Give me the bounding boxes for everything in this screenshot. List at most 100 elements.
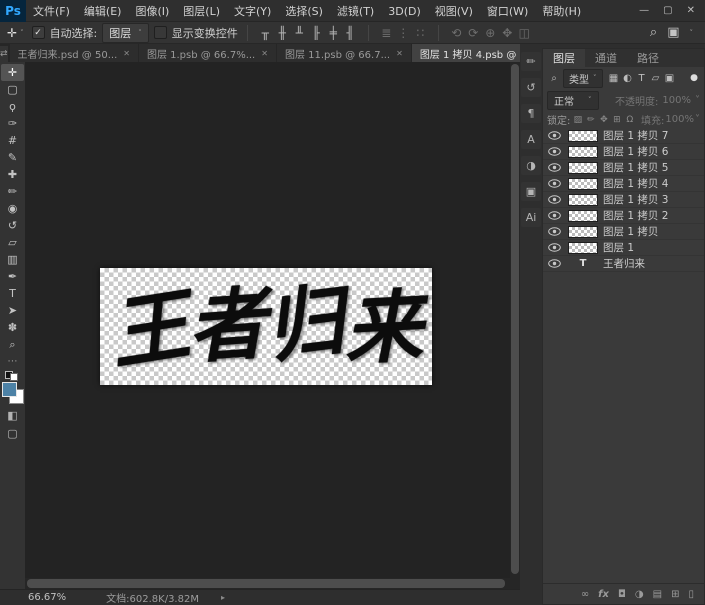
icon-3d-slide[interactable]: ✥ [499, 24, 516, 42]
layer-row[interactable]: 图层 1 拷贝 [543, 224, 704, 240]
tab-close-icon[interactable]: ✕ [261, 49, 268, 58]
fill-value[interactable]: 100% [665, 114, 694, 125]
icon-distribute-vertical[interactable]: ≣ [378, 24, 395, 42]
tool-clone-stamp[interactable]: ◉ [1, 200, 24, 217]
visibility-eye-icon[interactable] [545, 131, 563, 140]
document-tab[interactable]: 图层 1.psb @ 66.7%... ✕ [139, 44, 276, 62]
layer-thumbnail[interactable] [568, 194, 598, 206]
icon-distribute-horizontal[interactable]: ⋮ [395, 24, 412, 42]
tab-close-icon[interactable]: ✕ [396, 49, 403, 58]
icon-filter-smart-objects[interactable]: ▣ [663, 70, 677, 86]
edit-toolbar-icon[interactable]: ⋯ [8, 356, 18, 367]
icon-3d-drag[interactable]: ⊕ [482, 24, 499, 42]
opacity-value[interactable]: 100% [662, 95, 691, 106]
filter-type-dropdown[interactable]: 类型 ˅ [563, 69, 603, 88]
layer-name[interactable]: 图层 1 拷贝 6 [603, 144, 668, 159]
default-colors-icon[interactable] [5, 371, 21, 379]
icon-new-adjustment-layer[interactable]: ◑ [635, 589, 644, 600]
icon-align-top[interactable]: ╥ [257, 24, 274, 42]
icon-lock-image-pixels[interactable]: ✏ [584, 113, 597, 127]
icon-lock-all[interactable]: Ω [623, 113, 636, 127]
tool-brush[interactable]: ✏ [1, 183, 24, 200]
icon-add-layer-mask[interactable]: ◘ [618, 589, 626, 600]
visibility-eye-icon[interactable] [545, 163, 563, 172]
layer-row[interactable]: 图层 1 拷贝 3 [543, 192, 704, 208]
current-tool-icon[interactable]: ✛ ˅ [4, 26, 27, 40]
tool-rectangular-marquee[interactable]: ▢ [1, 81, 24, 98]
icon-3d-rotate[interactable]: ⟲ [448, 24, 465, 42]
layer-row[interactable]: 图层 1 拷贝 2 [543, 208, 704, 224]
layer-name[interactable]: 图层 1 [603, 240, 634, 255]
layer-row[interactable]: T 王者归来 [543, 256, 704, 272]
layer-name[interactable]: 图层 1 拷贝 3 [603, 192, 668, 207]
layer-name[interactable]: 王者归来 [603, 256, 645, 271]
layer-thumbnail[interactable] [568, 146, 598, 158]
icon-align-horizontal-center[interactable]: ╪ [325, 24, 342, 42]
screen-mode-icon[interactable]: ▢ [1, 425, 24, 441]
visibility-eye-icon[interactable] [545, 195, 563, 204]
filter-search-icon[interactable]: ⌕ [547, 70, 561, 86]
layer-row[interactable]: 图层 1 [543, 240, 704, 256]
icon-lock-artboard[interactable]: ⊞ [610, 113, 623, 127]
icon-align-left[interactable]: ╟ [308, 24, 325, 42]
panel-icon-history[interactable]: ↺ [521, 78, 541, 97]
icon-new-layer[interactable]: ⊞ [671, 589, 679, 600]
layer-thumbnail[interactable] [568, 226, 598, 238]
vertical-scrollbar-thumb[interactable] [511, 64, 519, 574]
tool-crop[interactable]: # [1, 132, 24, 149]
icon-layer-effects[interactable]: fx [598, 589, 609, 600]
icon-align-right[interactable]: ╢ [342, 24, 359, 42]
tool-history-brush[interactable]: ↺ [1, 217, 24, 234]
visibility-eye-icon[interactable] [545, 147, 563, 156]
horizontal-scrollbar-thumb[interactable] [27, 579, 505, 588]
visibility-eye-icon[interactable] [545, 227, 563, 236]
layer-name[interactable]: 图层 1 拷贝 7 [603, 128, 668, 143]
icon-filter-pixel-layers[interactable]: ▦ [607, 70, 621, 86]
document-canvas[interactable]: 王者归来 [100, 268, 432, 385]
layer-thumbnail[interactable]: T [568, 258, 598, 270]
panel-icon-adjustments[interactable]: ◑ [521, 156, 541, 175]
layer-thumbnail[interactable] [568, 242, 598, 254]
layer-thumbnail[interactable] [568, 162, 598, 174]
panel-icon-character[interactable]: A [521, 130, 541, 149]
icon-filter-shape-layers[interactable]: ▱ [649, 70, 663, 86]
layer-name[interactable]: 图层 1 拷贝 5 [603, 160, 668, 175]
minimize-button[interactable]: — [639, 5, 649, 16]
layer-row[interactable]: 图层 1 拷贝 5 [543, 160, 704, 176]
blend-mode-dropdown[interactable]: 正常 ˅ [547, 91, 599, 110]
visibility-eye-icon[interactable] [545, 179, 563, 188]
maximize-button[interactable]: ▢ [663, 5, 672, 16]
layer-name[interactable]: 图层 1 拷贝 4 [603, 176, 668, 191]
icon-lock-position[interactable]: ✥ [597, 113, 610, 127]
icon-filter-adjustment-layers[interactable]: ◐ [621, 70, 635, 86]
auto-select-checkbox[interactable]: ✓ [32, 26, 45, 39]
tool-type[interactable]: T [1, 285, 24, 302]
canvas-area[interactable]: 王者归来 [25, 62, 510, 578]
document-tab[interactable]: 王者归来.psd @ 50... ✕ [10, 44, 138, 62]
tab-close-icon[interactable]: ✕ [123, 49, 130, 58]
visibility-eye-icon[interactable] [545, 259, 563, 268]
layer-name[interactable]: 图层 1 拷贝 [603, 224, 658, 239]
icon-3d-scale[interactable]: ◫ [516, 24, 533, 42]
close-button[interactable]: ✕ [687, 5, 695, 16]
layer-thumbnail[interactable] [568, 130, 598, 142]
tool-lasso[interactable]: ϙ [1, 98, 24, 115]
tool-gradient[interactable]: ▥ [1, 251, 24, 268]
tool-zoom[interactable]: ⌕ [1, 336, 24, 353]
tools-panel-toggle-icon[interactable]: ⇄ [0, 46, 8, 62]
tool-spot-healing-brush[interactable]: ✚ [1, 166, 24, 183]
tool-hand[interactable]: ✽ [1, 319, 24, 336]
tool-path-selection[interactable]: ➤ [1, 302, 24, 319]
layer-thumbnail[interactable] [568, 178, 598, 190]
layer-name[interactable]: 图层 1 拷贝 2 [603, 208, 668, 223]
visibility-eye-icon[interactable] [545, 243, 563, 252]
layer-row[interactable]: 图层 1 拷贝 6 [543, 144, 704, 160]
icon-distribute-spacing[interactable]: ∷ [412, 24, 429, 42]
panel-icon-properties[interactable]: ▣ [521, 182, 541, 201]
layer-row[interactable]: 图层 1 拷贝 7 [543, 128, 704, 144]
icon-delete-layer[interactable]: ▯ [688, 589, 694, 600]
visibility-eye-icon[interactable] [545, 211, 563, 220]
icon-filter-type-layers[interactable]: T [635, 70, 649, 86]
tool-move[interactable]: ✛ [1, 64, 24, 81]
panel-icon-brush-settings[interactable]: ✏ [521, 52, 541, 71]
